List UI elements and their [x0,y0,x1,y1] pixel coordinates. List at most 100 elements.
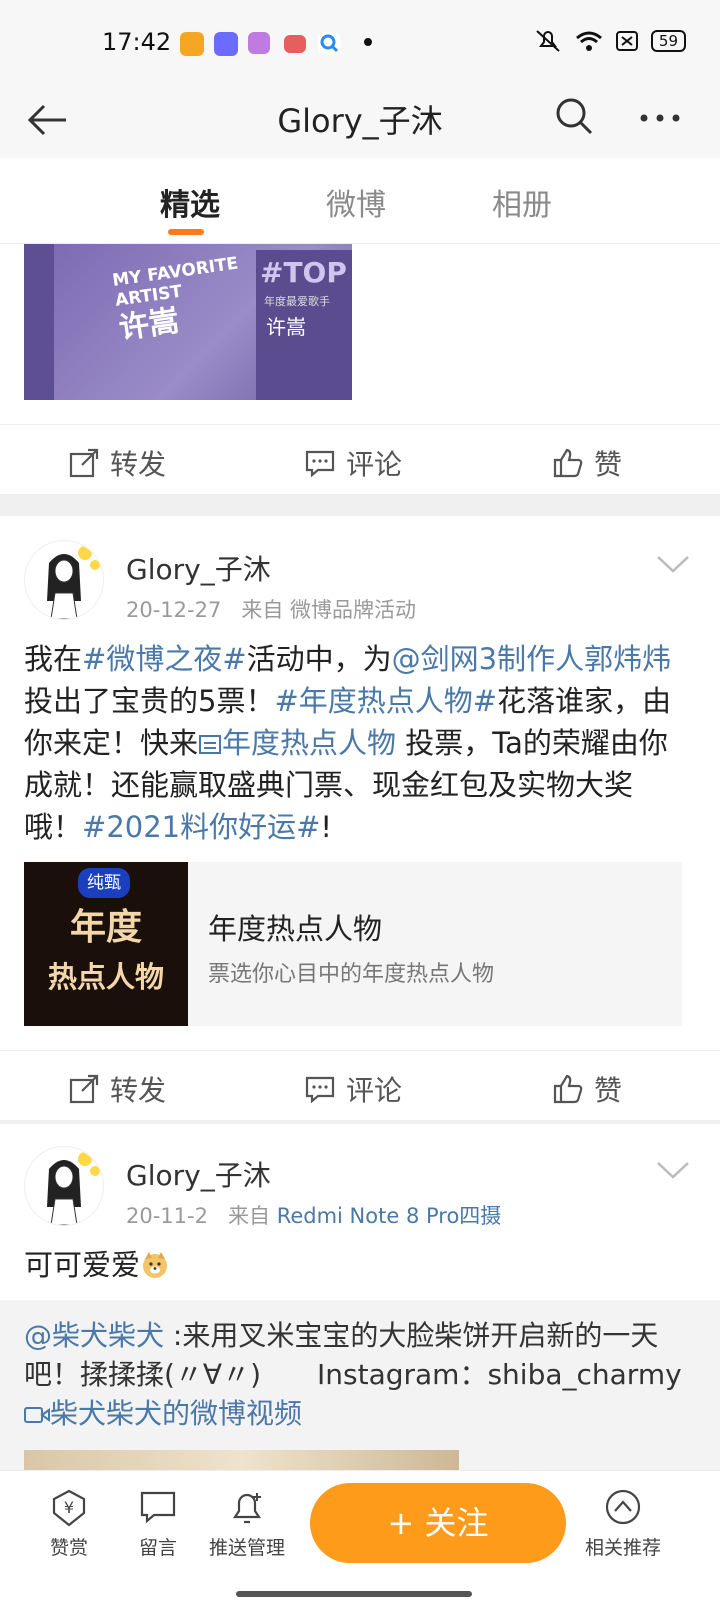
comment-label: 评论 [346,1074,403,1107]
wifi-icon [575,31,602,51]
post-body-text: 我在#微博之夜#活动中，为@剑网3制作人郭炜炜 投出了宝贵的5票！#年度热点人物… [24,638,688,848]
post-username[interactable]: Glory_子沐 [126,1154,271,1194]
post-meta: 20-11-2 来自 Redmi Note 8 Pro四摄 [126,1200,501,1230]
video-link[interactable]: 柴犬柴犬的微博视频 [24,1397,302,1430]
post-meta: 20-12-27 来自 微博品牌活动 [126,594,416,624]
topic-link[interactable]: 年度热点人物 [198,726,396,760]
weibo-app-icon [180,32,204,56]
chevron-up-circle-icon [605,1489,641,1525]
post-username[interactable]: Glory_子沐 [126,548,271,588]
thumbs-up-icon [553,1074,583,1104]
like-button[interactable]: 赞 [552,1069,622,1109]
push-settings-button[interactable]: 推送管理 [202,1487,292,1560]
comment-button[interactable]: 评论 [304,443,402,483]
battery-indicator: 59 [650,30,686,52]
avatar[interactable] [24,540,104,620]
tab-featured[interactable]: 精选 [160,180,220,224]
comment-icon [305,1076,335,1104]
text-segment: 我在 [24,642,83,676]
post-action-bar: 转发 评论 赞 [0,1050,720,1121]
like-label: 赞 [594,448,623,481]
post-source: 微博品牌活动 [290,598,417,622]
home-indicator[interactable] [236,1591,472,1597]
post-separator [0,494,720,516]
text-segment: 可可爱爱 [24,1248,141,1282]
text-segment: 活动中，为 [246,642,392,676]
tip-coin-icon: ¥ [52,1489,86,1527]
tip-button[interactable]: ¥ 赞赏 [24,1487,114,1560]
status-bar: 17:42 59 [0,0,720,88]
post-separator [0,1120,720,1124]
thumbs-up-icon [553,448,583,478]
follow-button[interactable]: + 关注 [310,1483,566,1563]
bell-plus-icon [232,1493,262,1524]
message-button[interactable]: 留言 [113,1487,203,1560]
related-recommend-button[interactable]: 相关推荐 [578,1487,668,1560]
card-badge: 纯甄 [78,868,130,898]
more-options-icon[interactable] [636,98,684,138]
post-from-label: 来自 [228,1204,270,1228]
avatar[interactable] [24,1146,104,1226]
post-from-label: 来自 [241,598,284,622]
hashtag-link[interactable]: #2021料你好运# [82,810,320,844]
banner-text: #TOP [260,256,347,289]
card-thumbnail: 纯甄 年度 热点人物 [24,862,188,1026]
post-body-text: 可可爱爱 [24,1244,170,1286]
game-app-icon [284,35,306,53]
mention-link[interactable]: @柴犬柴犬 [24,1319,164,1352]
post-date: 20-12-27 [126,598,222,622]
chevron-down-icon[interactable] [656,554,690,574]
comment-button[interactable]: 评论 [304,1069,402,1109]
mute-icon [536,30,560,52]
banner-sign: #TOP 年度最爱歌手 许嵩 [256,250,352,400]
tab-weibo[interactable]: 微博 [326,180,386,224]
repost-icon [69,1074,99,1104]
message-label: 留言 [138,1537,177,1559]
banner-text: 年度最爱歌手 [264,295,330,308]
repost-button[interactable]: 转发 [68,443,166,483]
page-title: Glory_子沐 [277,102,443,140]
card-thumb-subtitle: 热点人物 [47,960,164,994]
no-sim-icon [615,31,638,51]
like-button[interactable]: 赞 [552,443,622,483]
hashtag-link[interactable]: #微博之夜# [82,642,247,676]
card-thumb-title: 年度 [69,907,142,948]
paint-app-icon [248,32,270,54]
chevron-down-icon[interactable] [656,1160,690,1180]
like-label: 赞 [594,1074,623,1107]
banner-text: 许嵩 [266,315,306,339]
topic-link-label: 年度热点人物 [222,726,397,760]
text-segment: 投出了宝贵的5票！ [24,684,275,718]
repost-text: @柴犬柴犬 :来用叉米宝宝的大脸柴饼开启新的一天吧！揉揉揉(〃∀〃) Insta… [24,1316,694,1433]
related-recommend-label: 相关推荐 [584,1537,661,1559]
active-tab-indicator [168,229,204,235]
search-icon[interactable] [554,96,594,136]
bottom-toolbar: ¥ 赞赏 留言 推送管理 + 关注 相关推荐 [0,1470,720,1601]
status-time: 17:42 [102,28,172,56]
tip-label: 赞赏 [49,1537,88,1559]
avatar-illustration-icon [47,1152,100,1225]
comment-label: 评论 [346,448,403,481]
profile-tabs: 精选 微博 相册 [0,158,720,244]
hashtag-link[interactable]: #年度热点人物# [274,684,497,718]
topic-link-icon [199,735,222,754]
shortcut-app-icon [214,32,238,56]
post-source[interactable]: Redmi Note 8 Pro四摄 [277,1204,502,1228]
avatar-illustration-icon [47,546,100,619]
top-nav-bar: Glory_子沐 [0,88,720,159]
repost-label: 转发 [110,448,167,481]
tab-album[interactable]: 相册 [492,180,552,224]
doge-emoji-icon [143,1252,168,1278]
repost-video-thumbnail[interactable] [24,1450,459,1470]
card-subtitle: 票选你心目中的年度热点人物 [208,962,495,987]
video-link-label: 柴犬柴犬的微博视频 [50,1397,303,1430]
post-date: 20-11-2 [126,1204,208,1228]
video-camera-icon [24,1407,50,1423]
mention-link[interactable]: @剑网3制作人郭炜炜 [392,642,671,676]
repost-icon [69,448,99,478]
repost-button[interactable]: 转发 [68,1069,166,1109]
post-image-artist-banner[interactable]: MY FAVORITE ARTIST 许嵩 #TOP 年度最爱歌手 许嵩 [24,244,352,400]
svg-text:¥: ¥ [64,1498,74,1517]
link-card[interactable]: 纯甄 年度 热点人物 年度热点人物 票选你心目中的年度热点人物 [24,862,682,1026]
reposted-content[interactable]: @柴犬柴犬 :来用叉米宝宝的大脸柴饼开启新的一天吧！揉揉揉(〃∀〃) Insta… [0,1300,720,1470]
